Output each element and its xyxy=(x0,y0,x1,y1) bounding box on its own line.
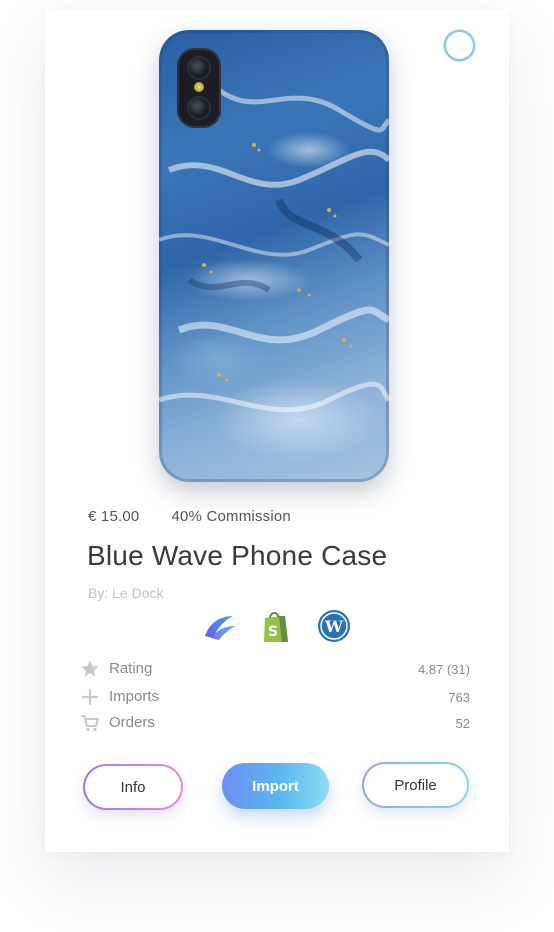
stage: € 15.00 40% Commission Blue Wave Phone C… xyxy=(0,0,554,932)
stat-label: Orders xyxy=(109,714,155,731)
price: € 15.00 xyxy=(88,508,140,525)
stat-value: 763 xyxy=(448,690,470,705)
camera-lens-icon xyxy=(189,98,209,118)
cart-icon xyxy=(81,715,99,732)
svg-text:S: S xyxy=(268,624,278,640)
stat-rating: Rating 4.87 (31) xyxy=(80,658,470,680)
product-card: € 15.00 40% Commission Blue Wave Phone C… xyxy=(45,10,509,852)
camera-lens-icon xyxy=(189,58,209,78)
stat-label: Imports xyxy=(109,688,160,705)
seller-byline[interactable]: By: Le Dock xyxy=(88,585,163,601)
flash-icon xyxy=(194,82,204,92)
camera-module xyxy=(177,48,221,128)
info-button[interactable]: Info xyxy=(83,764,183,810)
stat-label: Rating xyxy=(109,660,153,677)
stat-orders: Orders 52 xyxy=(80,712,470,734)
stat-value: 52 xyxy=(455,716,470,731)
profile-button[interactable]: Profile xyxy=(362,762,469,808)
plus-icon xyxy=(81,688,99,706)
svg-text:W: W xyxy=(324,617,344,636)
price-row: € 15.00 40% Commission xyxy=(88,508,291,525)
product-image[interactable] xyxy=(159,30,389,482)
stat-value: 4.87 (31) xyxy=(417,662,470,677)
platform-icons: S W xyxy=(201,608,351,644)
shopify-bag-icon[interactable]: S xyxy=(258,608,294,644)
product-image-area xyxy=(45,10,509,510)
wordpress-logo-icon[interactable]: W xyxy=(316,608,352,644)
swoosh-logo-icon[interactable] xyxy=(201,608,237,644)
import-button[interactable]: Import xyxy=(222,763,329,809)
star-icon xyxy=(81,660,99,677)
product-title: Blue Wave Phone Case xyxy=(87,540,388,571)
commission: 40% Commission xyxy=(171,508,291,525)
stat-imports: Imports 763 xyxy=(80,686,470,708)
select-radio-button[interactable] xyxy=(444,30,475,61)
